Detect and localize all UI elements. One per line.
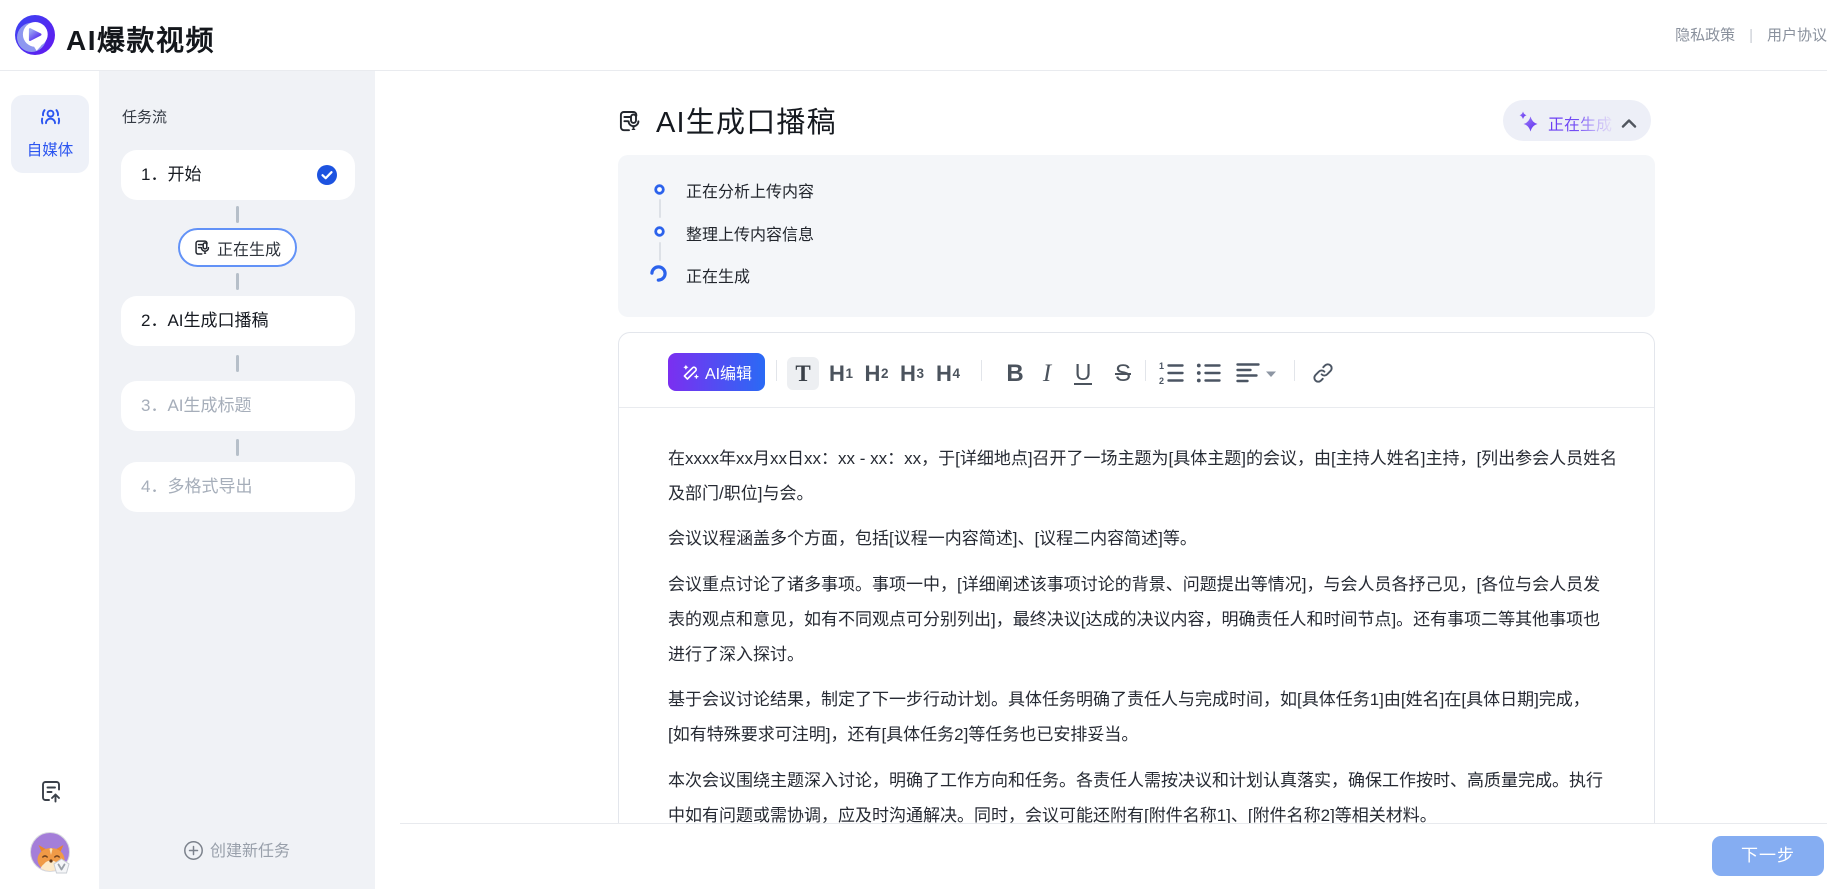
svg-text:2: 2 xyxy=(1159,376,1164,385)
svg-text:1: 1 xyxy=(1159,361,1164,371)
